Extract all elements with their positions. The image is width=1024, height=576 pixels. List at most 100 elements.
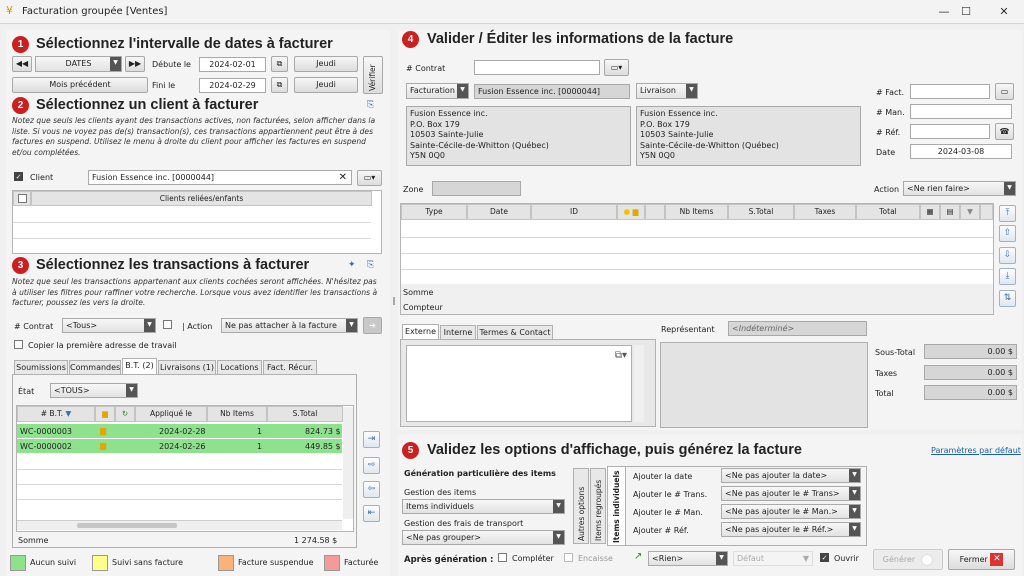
- inv-col-alert[interactable]: ● ▆: [617, 204, 645, 220]
- col-folder-icon[interactable]: ▆: [95, 406, 115, 422]
- col-sync-icon[interactable]: ↻: [115, 406, 135, 422]
- inv-col-subtotal[interactable]: S.Total: [728, 204, 794, 220]
- dates-dropdown[interactable]: DATES ▼: [35, 56, 122, 72]
- tab-externe[interactable]: Externe: [402, 324, 439, 339]
- end-day-button[interactable]: Jeudi: [294, 77, 358, 93]
- close-window-button[interactable]: ✕: [984, 0, 1024, 24]
- notes-scrollbar[interactable]: [634, 345, 644, 422]
- close-button[interactable]: Fermer ✕: [948, 549, 1015, 570]
- inv-col-nb-items[interactable]: Nb Items: [665, 204, 728, 220]
- copy-address-checkbox[interactable]: [14, 340, 23, 349]
- children-select-all[interactable]: [13, 191, 31, 206]
- move-top-icon[interactable]: ⤒: [999, 205, 1016, 222]
- client-checkbox[interactable]: ✓: [14, 172, 23, 181]
- client-menu-button[interactable]: ▭▾: [357, 170, 382, 186]
- tab-bt[interactable]: B.T. (2): [122, 358, 157, 374]
- open-editor-icon[interactable]: ⧉▾: [615, 350, 627, 361]
- opt-trans-dropdown[interactable]: <Ne pas ajouter le # Trans> ▼: [721, 486, 861, 501]
- state-dropdown[interactable]: <TOUS> ▼: [50, 383, 138, 398]
- opt-man-dropdown[interactable]: <Ne pas ajouter le # Man.> ▼: [721, 504, 861, 519]
- delivery-dropdown[interactable]: Livraison ▼: [636, 83, 698, 99]
- fact-number-field[interactable]: [910, 84, 990, 99]
- table-row[interactable]: WC-0000003 ▆ 2024-02-28 1 824.73 $: [17, 424, 342, 438]
- col-nb-items[interactable]: Nb Items: [207, 406, 267, 422]
- wand-icon[interactable]: ✦: [348, 260, 356, 270]
- billing-dropdown[interactable]: Facturation ▼: [406, 83, 469, 99]
- end-date-field[interactable]: 2024-02-29: [199, 78, 266, 93]
- calculator-icon[interactable]: ▦: [920, 204, 940, 220]
- tab-interne[interactable]: Interne: [440, 325, 476, 339]
- move-all-left-icon[interactable]: ⇤: [363, 505, 380, 522]
- push-right-button[interactable]: ➜: [363, 317, 382, 334]
- vtab-items-individuels[interactable]: Items individuels: [607, 466, 625, 546]
- tab-termes-contact[interactable]: Termes & Contact: [477, 325, 553, 339]
- col-bt-number[interactable]: # B.T. ▼: [17, 406, 95, 422]
- tab-locations[interactable]: Locations: [217, 360, 262, 374]
- next-period-button[interactable]: ▶▶: [125, 56, 145, 72]
- start-date-field[interactable]: 2024-02-01: [199, 57, 266, 72]
- vtab-autres-options[interactable]: Autres options: [573, 468, 589, 544]
- opt-date-dropdown[interactable]: <Ne pas ajouter la date> ▼: [721, 468, 861, 483]
- col-subtotal[interactable]: S.Total: [267, 406, 343, 422]
- export-icon[interactable]: ⎘: [367, 260, 374, 270]
- opt-ref-dropdown[interactable]: <Ne pas ajouter le # Réf.> ▼: [721, 522, 861, 537]
- move-down-icon[interactable]: ⇩: [999, 247, 1016, 264]
- children-col-header[interactable]: Clients reliées/enfants: [31, 191, 372, 206]
- tab-commandes[interactable]: Commandes: [69, 360, 121, 374]
- client-field[interactable]: Fusion Essence inc. [0000044] ✕: [88, 170, 352, 185]
- cash-checkbox[interactable]: [564, 553, 573, 562]
- after-action-dropdown[interactable]: <Rien> ▼: [648, 551, 728, 566]
- move-all-right-icon[interactable]: ⇥: [363, 431, 380, 448]
- invoice-contract-field[interactable]: [474, 60, 600, 75]
- tab-fact-recur[interactable]: Fact. Récur.: [263, 360, 317, 374]
- default-settings-link[interactable]: Paramètres par défaut: [931, 446, 1021, 455]
- inv-col-blank[interactable]: [645, 204, 665, 220]
- prev-month-button[interactable]: Mois précédent: [12, 77, 148, 93]
- invoice-date-field[interactable]: 2024-03-08: [910, 144, 1012, 159]
- maximize-button[interactable]: ☐: [946, 0, 986, 24]
- generate-button[interactable]: Générer: [873, 549, 943, 570]
- notes-textarea[interactable]: ⧉▾: [406, 345, 632, 422]
- copy-end-date-icon[interactable]: ⧉: [271, 77, 288, 93]
- action-dropdown[interactable]: Ne pas attacher à la facture ▼: [221, 318, 358, 333]
- move-up-icon[interactable]: ⇧: [999, 225, 1016, 242]
- move-left-icon[interactable]: ⇦: [363, 481, 380, 498]
- contract-filter-dropdown[interactable]: <Tous> ▼: [62, 318, 156, 333]
- vtab-items-regroupes[interactable]: Items regroupés: [590, 468, 606, 544]
- tab-livraisons[interactable]: Livraisons (1): [158, 360, 216, 374]
- verify-button[interactable]: Vérifier: [363, 56, 383, 94]
- tab-soumissions[interactable]: Soumissions: [14, 360, 68, 374]
- ref-number-field[interactable]: [910, 124, 990, 139]
- contract-checkbox[interactable]: [163, 320, 172, 329]
- inv-col-id[interactable]: ID: [531, 204, 617, 220]
- man-number-field[interactable]: [910, 104, 1012, 119]
- ref-phone-icon[interactable]: ☎: [995, 123, 1014, 140]
- inv-col-date[interactable]: Date: [467, 204, 531, 220]
- horizontal-scrollbar[interactable]: [17, 520, 342, 530]
- move-bottom-icon[interactable]: ⤓: [999, 268, 1016, 285]
- clear-client-icon[interactable]: ✕: [339, 171, 347, 184]
- open-checkbox[interactable]: ✓: [820, 553, 829, 562]
- prev-period-button[interactable]: ◀◀: [12, 56, 32, 72]
- rep-field[interactable]: <Indéterminé>: [728, 321, 867, 336]
- calc-icon[interactable]: ▤: [940, 204, 960, 220]
- filter-icon[interactable]: ▼: [960, 204, 980, 220]
- template-dropdown[interactable]: Défaut ▼: [733, 551, 813, 566]
- fact-lookup-icon[interactable]: ▭: [995, 83, 1014, 100]
- col-applied-date[interactable]: Appliqué le: [135, 406, 207, 422]
- inv-col-menu[interactable]: [980, 204, 993, 220]
- sort-icon[interactable]: ⇅: [999, 290, 1016, 307]
- shipping-dropdown[interactable]: <Ne pas grouper> ▼: [402, 530, 565, 545]
- complete-checkbox[interactable]: [498, 553, 507, 562]
- contract-lookup-button[interactable]: ▭▾: [604, 59, 629, 76]
- splitter-handle[interactable]: ‖: [392, 296, 396, 305]
- copy-start-date-icon[interactable]: ⧉: [271, 56, 288, 72]
- inv-col-total[interactable]: Total: [856, 204, 920, 220]
- items-mgmt-dropdown[interactable]: Items individuels ▼: [402, 499, 565, 514]
- table-row[interactable]: WC-0000002 ▆ 2024-02-26 1 449.85 $: [17, 439, 342, 453]
- vertical-scrollbar[interactable]: [343, 407, 353, 519]
- move-right-icon[interactable]: ⇨: [363, 457, 380, 474]
- export-icon[interactable]: ⎘: [367, 100, 374, 110]
- inv-col-taxes[interactable]: Taxes: [794, 204, 856, 220]
- zone-field[interactable]: [432, 181, 521, 196]
